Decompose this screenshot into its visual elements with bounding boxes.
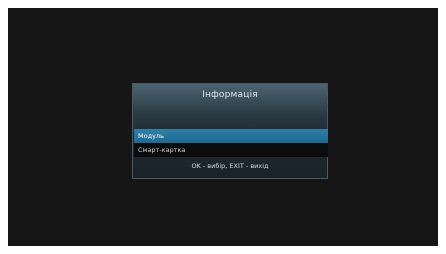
menu-item-module[interactable]: Модуль	[134, 129, 328, 143]
information-dialog: Інформація Модуль Смарт-картка OK - вибі…	[132, 83, 328, 179]
key-hint: OK - вибір, EXIT - вихід	[191, 162, 269, 170]
tv-screen: Інформація Модуль Смарт-картка OK - вибі…	[8, 8, 438, 246]
menu-item-smart-card[interactable]: Смарт-картка	[134, 143, 328, 157]
dialog-title: Інформація	[202, 90, 258, 100]
menu-list: Модуль Смарт-картка	[134, 129, 328, 157]
